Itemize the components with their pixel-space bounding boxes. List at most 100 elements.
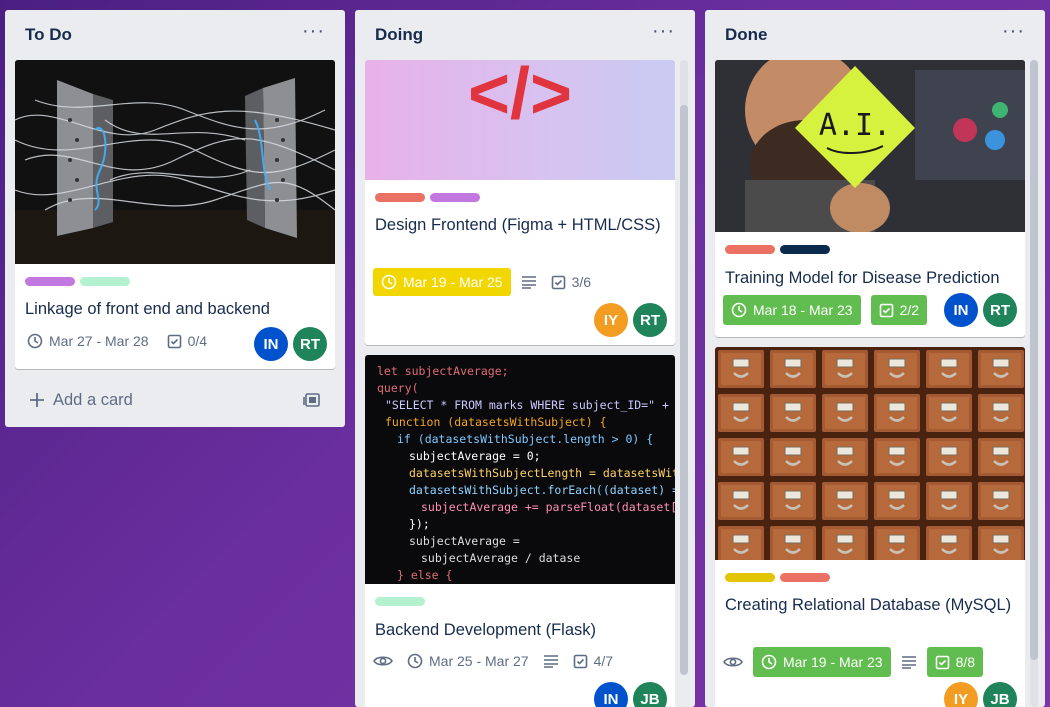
list-title: To Do: [25, 25, 72, 44]
card-title: Creating Relational Database (MySQL): [725, 596, 1012, 614]
checklist-badge: 4/7: [569, 647, 617, 675]
checkbox-icon: [167, 334, 181, 348]
due-date-badge[interactable]: Mar 18 - Mar 23: [723, 295, 861, 325]
list-header: Done ···: [705, 10, 1045, 60]
avatar[interactable]: RT: [633, 303, 667, 337]
add-card-button[interactable]: Add a card: [15, 382, 335, 418]
avatar[interactable]: RT: [293, 327, 327, 361]
clock-icon: [27, 333, 43, 349]
card-labels: [375, 597, 425, 606]
card-members: IY RT: [594, 303, 667, 337]
avatar[interactable]: IN: [944, 293, 978, 327]
card-badges: Mar 19 - Mar 25 3/6: [373, 268, 595, 296]
list-menu-button[interactable]: ···: [652, 21, 675, 41]
code-line: let subjectAverage;: [377, 364, 509, 378]
avatar[interactable]: IN: [594, 682, 628, 707]
label-navy: [780, 245, 830, 254]
due-date-badge[interactable]: Mar 27 - Mar 28: [23, 327, 153, 355]
code-line: });: [409, 517, 430, 531]
label-yellow: [725, 573, 775, 582]
card-backend-development[interactable]: let subjectAverage; query( "SELECT * FRO…: [365, 355, 675, 707]
eye-icon: [373, 656, 393, 666]
code-line: function (datasetsWithSubject) {: [385, 415, 607, 429]
eye-icon: [723, 657, 743, 667]
card-training-model[interactable]: A.I. Training Model for Disease Predicti…: [715, 60, 1025, 337]
due-date-text: Mar 18 - Mar 23: [753, 302, 853, 318]
avatar[interactable]: JB: [983, 682, 1017, 707]
server-cables-image: [15, 60, 335, 264]
code-symbol-text: </>: [468, 60, 572, 134]
clock-icon: [381, 274, 397, 290]
due-date-badge[interactable]: Mar 19 - Mar 25: [373, 268, 511, 296]
checklist-badge: 2/2: [870, 295, 928, 325]
code-line: query(: [377, 381, 419, 395]
label-purple: [430, 193, 480, 202]
avatar[interactable]: IY: [594, 303, 628, 337]
due-date-text: Mar 25 - Mar 27: [429, 653, 529, 669]
due-date-text: Mar 27 - Mar 28: [49, 333, 149, 349]
avatar[interactable]: IY: [944, 682, 978, 707]
avatar[interactable]: JB: [633, 682, 667, 707]
card-cover-image: </>: [365, 60, 675, 180]
list-scrollbar-thumb[interactable]: [680, 105, 688, 675]
code-line: subjectAverage = 0;: [409, 449, 541, 463]
add-card-content: Add a card: [29, 391, 133, 410]
description-icon: [521, 276, 536, 289]
checklist-badge: 0/4: [163, 327, 211, 355]
label-mint: [375, 597, 425, 606]
label-red: [780, 573, 830, 582]
checklist-count: 3/6: [571, 274, 592, 290]
card-cover-image: [15, 60, 335, 264]
card-labels: [375, 193, 480, 202]
code-line: } else {: [397, 568, 453, 582]
due-date-badge[interactable]: Mar 19 - Mar 23: [753, 647, 891, 677]
due-date-badge[interactable]: Mar 25 - Mar 27: [403, 647, 533, 675]
checkbox-icon: [879, 303, 893, 317]
list-title: Done: [725, 25, 768, 44]
card-badges: Mar 27 - Mar 28 0/4: [23, 327, 211, 355]
clock-icon: [407, 653, 423, 669]
card-catalog-image: [715, 347, 1025, 560]
plus-icon: [30, 393, 44, 407]
card-badges: Mar 19 - Mar 23 8/8: [723, 647, 984, 677]
ai-sign-text: A.I.: [819, 108, 891, 143]
template-icon[interactable]: [303, 392, 321, 408]
code-line: datasetsWithSubjectLength = datasetsWith…: [409, 466, 675, 480]
due-date-text: Mar 19 - Mar 25: [403, 274, 503, 290]
card-badges: Mar 25 - Mar 27 4/7: [373, 647, 617, 675]
card-members: IN RT: [944, 293, 1017, 327]
list-header: Doing ···: [355, 10, 695, 60]
code-line: if (datasetsWithSubject.length > 0) {: [397, 432, 654, 446]
card-members: IY JB: [944, 682, 1017, 707]
card-linkage[interactable]: Linkage of front end and backend Mar 27 …: [15, 60, 335, 369]
list-menu-button[interactable]: ···: [302, 21, 325, 41]
label-red: [375, 193, 425, 202]
avatar[interactable]: IN: [254, 327, 288, 361]
card-design-frontend[interactable]: </> Design Frontend (Figma + HTML/CSS) M…: [365, 60, 675, 345]
checkbox-icon: [551, 275, 565, 289]
list-title: Doing: [375, 25, 424, 44]
due-date-text: Mar 19 - Mar 23: [783, 654, 883, 670]
card-title: Linkage of front end and backend: [25, 300, 270, 318]
checklist-count: 4/7: [593, 653, 614, 669]
card-cover-image: A.I.: [715, 60, 1025, 232]
code-symbol-image: </>: [468, 60, 572, 134]
card-members: IN JB: [594, 682, 667, 707]
add-card-label: Add a card: [53, 390, 133, 409]
code-line: "SELECT * FROM marks WHERE subject_ID=" …: [385, 398, 675, 412]
code-line: subjectAverage += parseFloat(dataset[": [421, 500, 675, 514]
card-labels: [725, 573, 830, 582]
list-scrollbar-thumb[interactable]: [1030, 60, 1038, 660]
card-title: Training Model for Disease Prediction: [725, 269, 1000, 287]
checkbox-icon: [573, 654, 587, 668]
label-purple: [25, 277, 75, 286]
list-done: Done ··· A.I. Training Model for Disease…: [705, 10, 1045, 707]
checklist-badge: 8/8: [926, 647, 984, 677]
card-relational-database[interactable]: Creating Relational Database (MySQL) Mar…: [715, 347, 1025, 707]
label-red: [725, 245, 775, 254]
card-badges: Mar 18 - Mar 23 2/2: [723, 295, 928, 325]
checklist-badge: 3/6: [547, 268, 595, 296]
list-menu-button[interactable]: ···: [1002, 21, 1025, 41]
avatar[interactable]: RT: [983, 293, 1017, 327]
checklist-count: 0/4: [187, 333, 208, 349]
